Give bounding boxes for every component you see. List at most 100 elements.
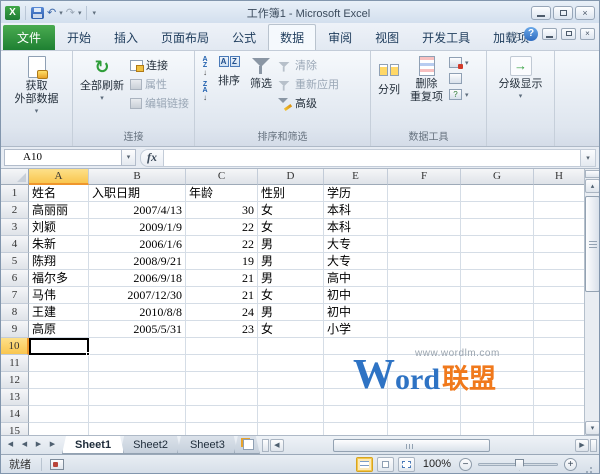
cell[interactable]: 马伟 [29,287,89,304]
cell[interactable] [461,355,534,372]
cell[interactable]: 22 [186,219,258,236]
cell[interactable] [461,287,534,304]
cell[interactable] [186,355,258,372]
tab-split-handle[interactable] [262,439,269,452]
cell[interactable] [461,270,534,287]
cell[interactable] [461,202,534,219]
scroll-left-icon[interactable]: ◀ [270,439,284,452]
ribbon-tab[interactable]: 审阅 [317,25,363,50]
cell[interactable]: 年龄 [186,185,258,202]
cell[interactable]: 高丽丽 [29,202,89,219]
row-header[interactable]: 9 [1,321,29,338]
cell[interactable] [258,355,324,372]
cell[interactable] [388,202,461,219]
cell[interactable] [186,423,258,435]
cell[interactable] [29,355,89,372]
cell[interactable] [324,423,388,435]
cell[interactable]: 本科 [324,202,388,219]
cell[interactable] [534,406,584,423]
row-header[interactable]: 2 [1,202,29,219]
cell[interactable]: 陈翔 [29,253,89,270]
cell[interactable] [388,355,461,372]
row-header[interactable]: 6 [1,270,29,287]
refresh-all-button[interactable]: ↻ 全部刷新 ▾ [76,53,128,105]
text-to-columns-button[interactable]: 分列 [374,53,404,100]
cell[interactable] [324,389,388,406]
cell[interactable] [534,338,584,355]
cell[interactable] [534,321,584,338]
close-button[interactable]: × [575,6,595,20]
cell[interactable] [29,406,89,423]
cell[interactable]: 高原 [29,321,89,338]
workbook-close-button[interactable]: × [580,28,595,40]
cell[interactable]: 女 [258,287,324,304]
ribbon-tab[interactable]: 视图 [364,25,410,50]
cell[interactable] [258,389,324,406]
cell[interactable] [461,389,534,406]
cell[interactable] [388,423,461,435]
vertical-scrollbar[interactable]: ▴ ▾ [584,169,600,435]
remove-duplicates-button[interactable]: 删除重复项 [406,53,447,107]
cell[interactable] [89,338,186,355]
cell[interactable] [534,185,584,202]
cell[interactable] [534,236,584,253]
ribbon-tab[interactable]: 插入 [103,25,149,50]
next-sheet-icon[interactable]: ▶ [32,438,45,452]
cell[interactable] [534,372,584,389]
cell[interactable] [186,338,258,355]
column-header[interactable]: C [186,169,258,185]
formula-input[interactable] [164,149,581,167]
cell[interactable]: 2009/1/9 [89,219,186,236]
cell[interactable]: 2007/4/13 [89,202,186,219]
cell[interactable] [534,219,584,236]
vertical-scroll-thumb[interactable] [585,196,600,292]
fill-handle[interactable] [86,352,90,356]
cell[interactable]: 初中 [324,287,388,304]
expand-formula-bar-icon[interactable]: ▾ [581,149,596,167]
row-header[interactable]: 15 [1,423,29,435]
cell[interactable] [29,372,89,389]
cell[interactable] [89,423,186,435]
ribbon-tab[interactable]: 开发工具 [411,25,481,50]
cell[interactable] [461,253,534,270]
column-header[interactable]: G [461,169,534,185]
cell[interactable]: 22 [186,236,258,253]
name-box[interactable]: A10 [4,149,122,166]
help-icon[interactable]: ? [524,27,538,41]
cell[interactable] [461,406,534,423]
cell[interactable]: 23 [186,321,258,338]
cell[interactable]: 男 [258,236,324,253]
cell[interactable] [388,219,461,236]
row-header[interactable]: 12 [1,372,29,389]
consolidate-button[interactable] [449,73,469,84]
sheet-tab[interactable]: Sheet2 [120,436,181,454]
minimize-button[interactable] [531,6,551,20]
cell[interactable] [388,253,461,270]
zoom-slider[interactable] [478,463,558,466]
ribbon-tab[interactable]: 文件 [3,25,55,50]
column-header[interactable]: A [29,169,89,185]
ribbon-tab[interactable]: 页面布局 [150,25,220,50]
cell[interactable]: 男 [258,304,324,321]
sort-descending-button[interactable]: ZA↓ [198,82,212,101]
sort-ascending-button[interactable]: AZ↓ [198,57,212,76]
row-header[interactable]: 1 [1,185,29,202]
cell[interactable] [258,406,324,423]
zoom-level[interactable]: 100% [423,458,451,470]
cell[interactable]: 女 [258,321,324,338]
cell[interactable]: 初中 [324,304,388,321]
cell[interactable]: 刘颖 [29,219,89,236]
scroll-up-icon[interactable]: ▴ [585,179,600,193]
cell[interactable] [534,202,584,219]
cell[interactable]: 学历 [324,185,388,202]
cell[interactable]: 2010/8/8 [89,304,186,321]
restore-button[interactable] [553,6,573,20]
cell[interactable]: 王建 [29,304,89,321]
cell[interactable] [388,406,461,423]
save-icon[interactable] [31,7,44,19]
select-all-corner[interactable] [1,169,29,185]
cell[interactable]: 小学 [324,321,388,338]
cell[interactable] [89,406,186,423]
column-header[interactable]: F [388,169,461,185]
undo-button[interactable]: ↶ [47,6,56,20]
